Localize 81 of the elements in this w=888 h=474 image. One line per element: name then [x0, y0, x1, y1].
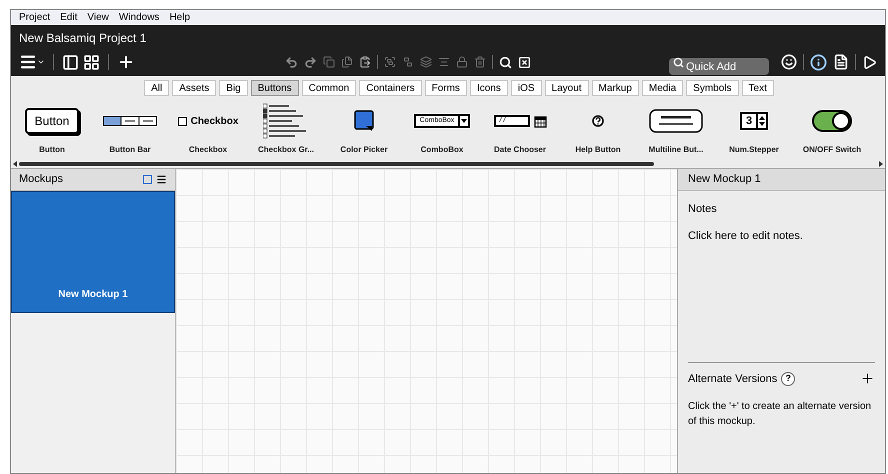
document-icon[interactable]: [833, 54, 849, 70]
menu-item[interactable]: Edit: [60, 10, 78, 25]
notes-text[interactable]: Click here to edit notes.: [678, 228, 885, 244]
plus-icon[interactable]: [117, 53, 135, 71]
plus-icon[interactable]: [860, 371, 875, 386]
button-bar-preview: [103, 116, 157, 126]
versions-heading: Alternate Versions: [688, 372, 778, 386]
library-tab[interactable]: All: [144, 80, 170, 96]
number-stepper-preview: 3: [740, 112, 768, 130]
caret-icon: [461, 119, 468, 123]
scroll-right-icon[interactable]: [879, 161, 883, 167]
search-icon[interactable]: [499, 56, 512, 68]
library-item-label[interactable]: Button Bar: [109, 144, 151, 156]
library-tab[interactable]: Containers: [359, 80, 422, 96]
menu-item[interactable]: Help: [169, 10, 190, 25]
calendar-icon: [534, 114, 546, 128]
library-tab[interactable]: Assets: [172, 80, 216, 96]
library-tab[interactable]: Icons: [470, 80, 508, 96]
window-title: New Balsamiq Project 1: [19, 30, 146, 47]
menu-icon[interactable]: [156, 174, 167, 185]
library-item-label[interactable]: ON/OFF Switch: [802, 144, 862, 156]
chevron-down-icon[interactable]: [37, 58, 45, 66]
quick-add-field[interactable]: Quick Add: [669, 58, 769, 75]
library-item-label[interactable]: Num.Stepper: [729, 144, 779, 156]
library-item-label[interactable]: Color Picker: [340, 144, 388, 156]
checkbox-preview-label: Checkbox: [190, 114, 238, 128]
library-item-label[interactable]: Checkbox Gr...: [258, 144, 314, 156]
menu-item[interactable]: View: [87, 10, 109, 25]
library-tab[interactable]: Common: [302, 80, 356, 96]
copy-icon[interactable]: [323, 56, 335, 68]
library-item-label[interactable]: Help Button: [575, 144, 621, 156]
library-tab[interactable]: Markup: [592, 80, 639, 96]
multiline-button-preview: [649, 109, 703, 133]
library-tab[interactable]: Symbols: [686, 80, 739, 96]
versions-text: Click the '+' to create an alternate version of this mockup.: [687, 400, 872, 429]
library-tab[interactable]: Layout: [544, 80, 589, 96]
menu-icon[interactable]: [19, 53, 37, 71]
panel-title: Mockups: [19, 172, 64, 188]
grid-icon[interactable]: [83, 54, 100, 70]
library-tab[interactable]: Text: [742, 80, 774, 96]
stepper-arrows-icon: [759, 116, 766, 126]
library-tab[interactable]: Media: [642, 80, 684, 96]
redo-icon[interactable]: [304, 56, 317, 68]
scroll-left-icon[interactable]: [13, 161, 17, 167]
button-preview: Button: [24, 108, 80, 134]
clipboard-icon[interactable]: [359, 56, 371, 68]
checkbox-group-preview: [263, 101, 309, 141]
library-item-label[interactable]: Multiline But...: [648, 144, 704, 156]
library-item-label[interactable]: Date Chooser: [494, 144, 546, 156]
lock-icon[interactable]: [456, 56, 468, 68]
align-icon[interactable]: [438, 56, 450, 68]
group-icon[interactable]: [384, 56, 396, 68]
color-picker-preview: [354, 110, 374, 132]
menu-item[interactable]: Windows: [118, 10, 160, 25]
menu-item[interactable]: Project: [19, 10, 50, 25]
play-icon[interactable]: [862, 54, 877, 70]
square-icon[interactable]: [143, 175, 152, 184]
library-item-label[interactable]: Checkbox: [188, 144, 228, 156]
panel-title: New Mockup 1: [688, 172, 761, 188]
close-square-icon[interactable]: [518, 56, 531, 68]
info-icon[interactable]: [810, 54, 827, 70]
library-tab[interactable]: Buttons: [250, 80, 299, 96]
panel-icon[interactable]: [62, 54, 79, 70]
library-item-label[interactable]: ComboBox: [420, 144, 464, 156]
help-badge[interactable]: ?: [781, 372, 796, 386]
search-icon: [673, 56, 684, 68]
undo-icon[interactable]: [285, 56, 298, 68]
notes-heading: Notes: [687, 202, 718, 217]
library-tab[interactable]: iOS: [510, 80, 542, 96]
ungroup-icon[interactable]: [402, 56, 414, 68]
layers-icon[interactable]: [420, 56, 432, 68]
library-tab[interactable]: Forms: [424, 80, 467, 96]
mockup-thumbnail[interactable]: New Mockup 1: [11, 191, 175, 313]
duplicate-icon[interactable]: [341, 56, 353, 68]
trash-icon[interactable]: [474, 56, 486, 68]
scrollbar-thumb[interactable]: [19, 162, 654, 166]
library-tab[interactable]: Big: [219, 80, 248, 96]
smiley-icon[interactable]: [781, 54, 797, 70]
help-icon: [592, 115, 604, 127]
checkbox-preview-box: [178, 116, 187, 126]
library-item-label[interactable]: Button: [39, 144, 65, 156]
